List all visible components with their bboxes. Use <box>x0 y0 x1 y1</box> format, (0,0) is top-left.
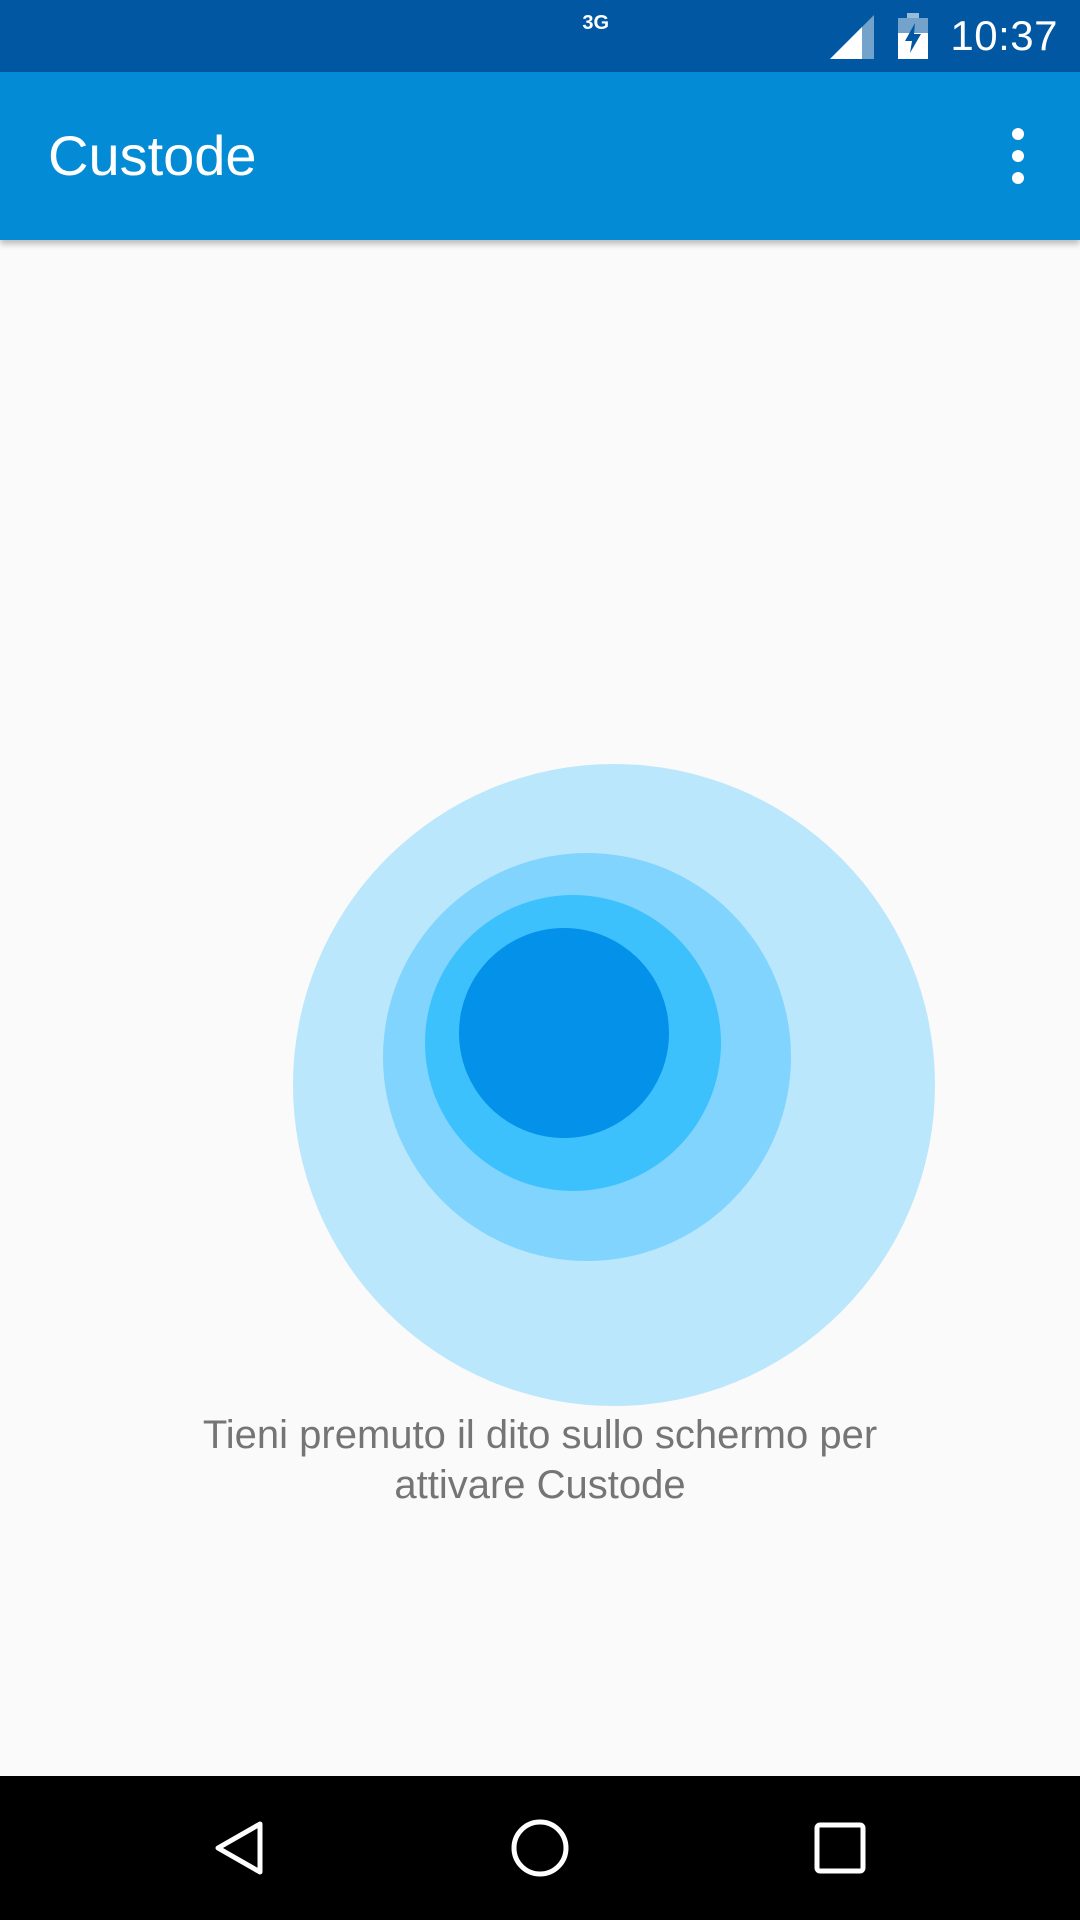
recents-button[interactable] <box>790 1798 890 1898</box>
signal-icon <box>830 15 875 59</box>
recents-icon <box>814 1822 866 1874</box>
instruction-text: Tieni premuto il dito sullo schermo per … <box>202 1413 878 1507</box>
app-bar: Custode <box>0 72 1080 240</box>
ring-core <box>459 928 669 1138</box>
network-type-label: 3G <box>582 12 610 34</box>
status-bar: 3G 10:37 <box>0 0 1080 72</box>
home-button[interactable] <box>490 1798 590 1898</box>
battery-charging-icon <box>898 13 929 59</box>
navigation-bar <box>0 1776 1080 1920</box>
status-icons: 3G 10:37 <box>582 0 1058 72</box>
app-title: Custode <box>48 124 257 187</box>
overflow-menu-button[interactable] <box>976 114 1060 198</box>
more-vert-icon <box>1012 128 1024 184</box>
status-clock: 10:37 <box>950 12 1058 59</box>
back-button[interactable] <box>190 1798 290 1898</box>
home-icon <box>511 1819 569 1877</box>
screen: 3G 10:37 Custode Tieni premuto il dito s… <box>0 0 1080 1920</box>
back-icon <box>215 1821 263 1875</box>
touch-target-rings[interactable] <box>0 240 1080 1776</box>
main-content[interactable]: Tieni premuto il dito sullo schermo per … <box>0 240 1080 1776</box>
